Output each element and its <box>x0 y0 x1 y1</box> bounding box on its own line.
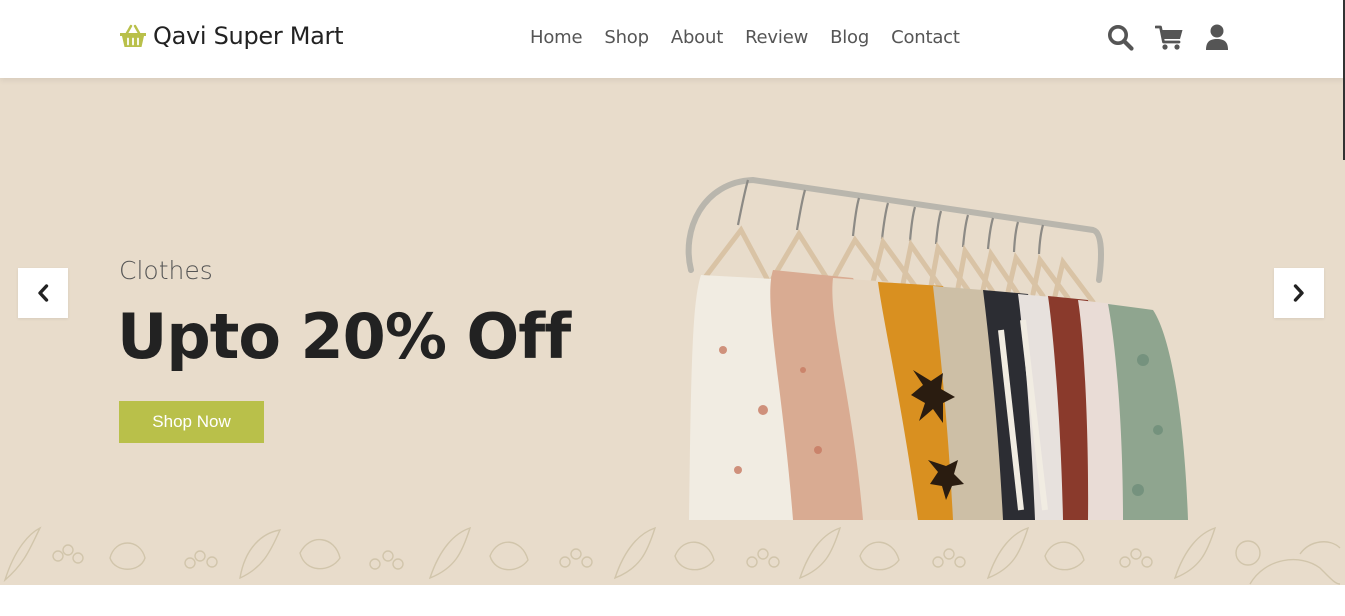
brand-logo[interactable]: Qavi Super Mart <box>119 22 344 50</box>
site-header: Qavi Super Mart Home Shop About Review B… <box>0 0 1345 78</box>
nav-blog[interactable]: Blog <box>830 27 869 48</box>
main-nav: Home Shop About Review Blog Contact <box>530 27 982 48</box>
chevron-right-icon <box>1293 284 1304 302</box>
user-icon[interactable] <box>1205 24 1229 51</box>
brand-name: Qavi Super Mart <box>153 22 344 50</box>
hero-category: Clothes <box>119 256 213 285</box>
nav-shop[interactable]: Shop <box>604 27 649 48</box>
nav-review[interactable]: Review <box>745 27 808 48</box>
nav-contact[interactable]: Contact <box>891 27 960 48</box>
hero-slider: Clothes Upto 20% Off Shop Now <box>0 78 1345 585</box>
shopping-basket-icon <box>120 24 146 47</box>
chevron-left-icon <box>38 284 49 302</box>
slider-next-button[interactable] <box>1274 268 1324 318</box>
hero-headline: Upto 20% Off <box>117 300 571 373</box>
nav-about[interactable]: About <box>671 27 723 48</box>
clothes-rack-image <box>685 176 1188 520</box>
decorative-pattern <box>3 526 1341 585</box>
cart-icon[interactable] <box>1155 24 1184 51</box>
slider-prev-button[interactable] <box>18 268 68 318</box>
nav-home[interactable]: Home <box>530 27 583 48</box>
shop-now-button[interactable]: Shop Now <box>119 401 264 443</box>
header-actions <box>1107 24 1229 51</box>
search-icon[interactable] <box>1107 24 1134 51</box>
